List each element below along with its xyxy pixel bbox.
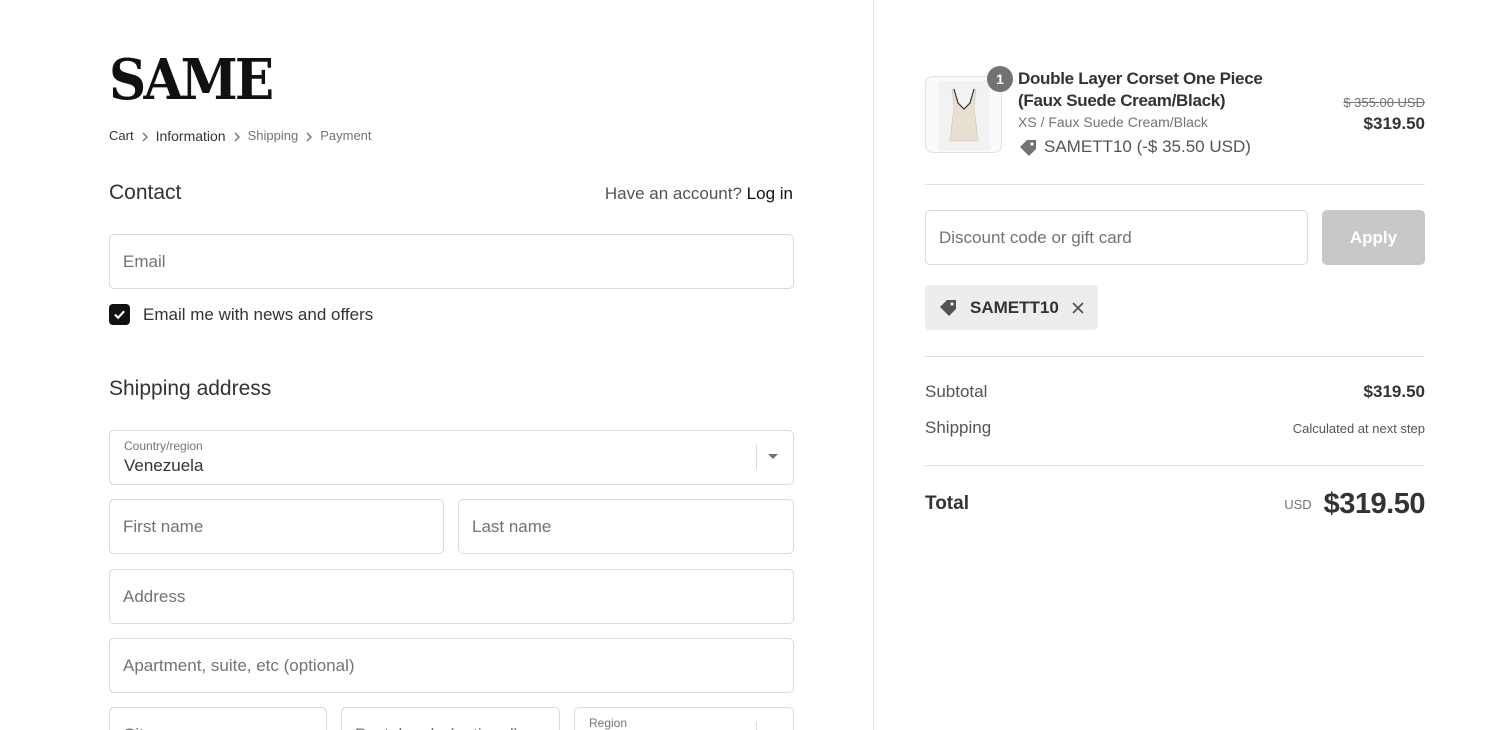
chevron-down-icon [768, 454, 778, 459]
breadcrumb-cart[interactable]: Cart [109, 126, 134, 146]
total-row: Total USD $319.50 [925, 484, 1426, 524]
order-line-item: 1 Double Layer Corset One Piece (Faux Su… [925, 66, 1425, 166]
postal-code-field-wrapper [341, 707, 560, 730]
region-label: Region [589, 716, 628, 730]
tag-icon [1018, 137, 1044, 158]
breadcrumb-payment: Payment [320, 128, 372, 143]
contact-title: Contact [109, 181, 182, 204]
product-title: Double Layer Corset One Piece (Faux Sued… [1018, 69, 1263, 110]
email-field-wrapper [109, 234, 794, 289]
discount-code-input[interactable] [939, 211, 1294, 264]
account-prompt-text: Have an account? [604, 184, 742, 203]
apply-discount-button[interactable]: Apply [1322, 210, 1425, 265]
summary-divider [925, 184, 1425, 185]
close-icon[interactable] [1071, 301, 1085, 315]
chevron-right-icon [134, 129, 156, 143]
summary-divider [925, 465, 1425, 466]
last-name-input[interactable] [472, 500, 780, 553]
city-input[interactable] [123, 708, 313, 730]
subtotal-row: Subtotal $319.50 [925, 380, 1425, 404]
shipping-value: Calculated at next step [1292, 420, 1425, 436]
apartment-field-wrapper [109, 638, 794, 693]
brand-logo[interactable]: SAME [109, 50, 274, 110]
country-select[interactable]: Country/region Venezuela [109, 430, 794, 485]
chevron-right-icon [226, 129, 248, 143]
breadcrumb-information: Information [155, 128, 226, 144]
shipping-label: Shipping [925, 418, 992, 437]
address-field-wrapper [109, 569, 794, 624]
checkmark-icon [114, 310, 125, 320]
subtotal-label: Subtotal [925, 382, 988, 401]
discount-field-wrapper [925, 210, 1308, 265]
summary-divider [925, 356, 1425, 357]
product-discount: SAMETT10 (-$ 35.50 USD) [1018, 137, 1251, 158]
newsletter-checkbox[interactable] [109, 304, 130, 325]
product-image [938, 81, 990, 151]
chevron-right-icon [298, 129, 320, 143]
product-variant: XS / Faux Suede Cream/Black [1018, 114, 1208, 130]
apartment-input[interactable] [123, 639, 780, 692]
total-amount: $319.50 [1323, 487, 1426, 520]
city-field-wrapper [109, 707, 327, 730]
breadcrumb-shipping: Shipping [247, 128, 299, 143]
select-divider [756, 445, 757, 469]
quantity-badge: 1 [987, 66, 1013, 92]
first-name-field-wrapper [109, 499, 444, 554]
breadcrumb: Cart Information Shipping Payment [109, 126, 372, 146]
sale-price: $319.50 [1363, 114, 1425, 133]
original-price: $ 355.00 USD [1343, 95, 1425, 110]
currency-code: USD [1284, 496, 1312, 512]
applied-discount-chip: SAMETT10 [925, 285, 1098, 330]
country-value: Venezuela [124, 456, 204, 475]
subtotal-value: $319.50 [1363, 382, 1425, 401]
checkout-form-panel: SAME Cart Information Shipping Payment C… [0, 0, 873, 730]
applied-discount-code: SAMETT10 [970, 297, 1059, 317]
email-input[interactable] [123, 235, 780, 288]
shipping-row: Shipping Calculated at next step [925, 416, 1425, 440]
last-name-field-wrapper [458, 499, 794, 554]
shipping-address-title: Shipping address [109, 377, 272, 400]
postal-code-input[interactable] [355, 708, 546, 730]
newsletter-option[interactable]: Email me with news and offers [109, 304, 373, 325]
tag-icon [938, 298, 964, 318]
login-link[interactable]: Log in [747, 184, 793, 203]
total-amount-group: USD $319.50 [1284, 488, 1425, 521]
select-divider [756, 722, 757, 730]
newsletter-label: Email me with news and offers [143, 304, 374, 324]
first-name-input[interactable] [123, 500, 430, 553]
total-label: Total [925, 493, 969, 514]
address-input[interactable] [123, 570, 780, 623]
account-prompt: Have an account? Log in [605, 184, 793, 204]
product-discount-text: SAMETT10 (-$ 35.50 USD) [1044, 137, 1251, 157]
region-select[interactable]: Region [574, 707, 794, 730]
country-label: Country/region [124, 439, 203, 453]
